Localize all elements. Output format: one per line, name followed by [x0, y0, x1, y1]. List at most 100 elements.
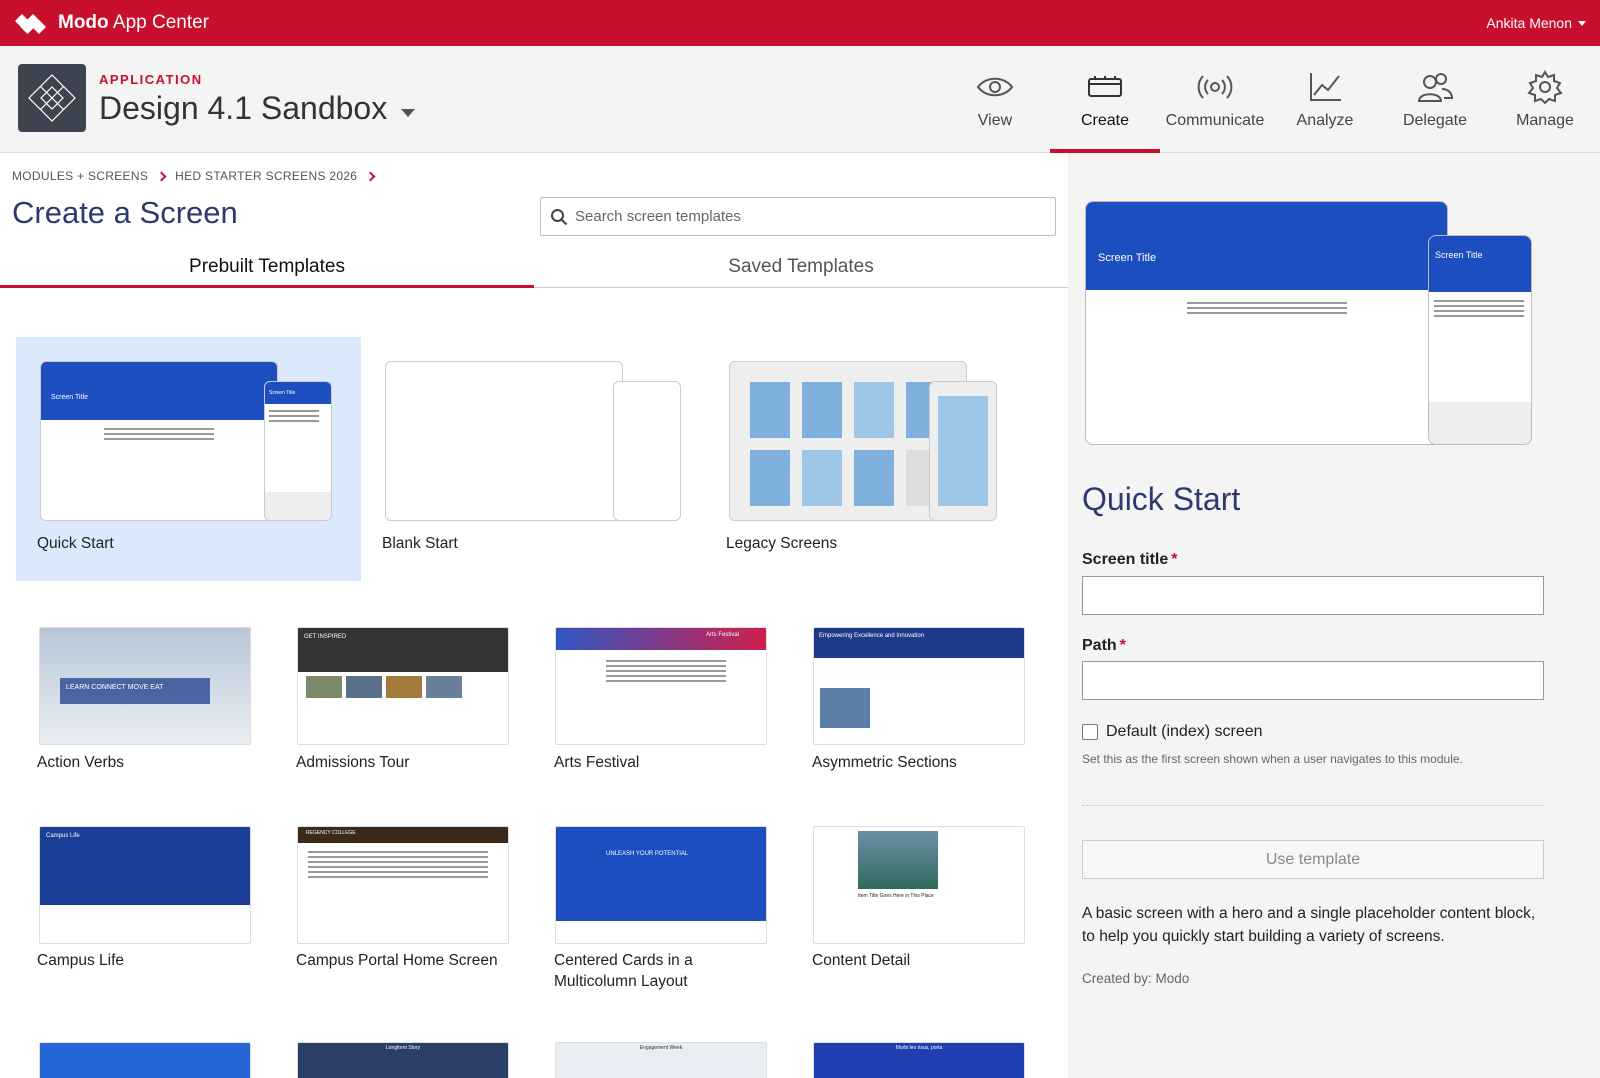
template-browser: MODULES + SCREENS HED STARTER SCREENS 20… [0, 153, 1068, 1078]
user-name: Ankita Menon [1486, 15, 1572, 31]
legacy-block [802, 382, 842, 438]
search-placeholder: Search screen templates [575, 208, 741, 225]
template-label: Campus Life [37, 952, 125, 969]
brand-product: App Center [112, 12, 210, 33]
template-label: Admissions Tour [296, 754, 410, 771]
thumbnail-hero: Screen Title [41, 362, 277, 420]
template-thumbnail: Screen Title [40, 361, 278, 521]
legacy-block [750, 450, 790, 506]
broadcast-icon [1197, 74, 1233, 99]
breadcrumb-item[interactable]: HED STARTER SCREENS 2026 [175, 169, 357, 183]
nav-communicate[interactable]: Communicate [1160, 46, 1270, 153]
nav-label: Analyze [1296, 111, 1354, 129]
label-text: Screen title [1082, 551, 1169, 568]
template-thumbnail: GET INSPIRED [297, 627, 509, 745]
template-card-asymmetric-sections[interactable]: Empowering Excellence and Innovation Asy… [790, 627, 1068, 787]
preview-hero: Screen Title [1086, 202, 1447, 290]
checkbox-label[interactable]: Default (index) screen [1106, 723, 1263, 741]
search-input[interactable]: Search screen templates [540, 197, 1056, 236]
template-thumbnail[interactable]: Longform Story [297, 1042, 509, 1078]
template-thumbnail [385, 361, 623, 521]
template-label: Arts Festival [554, 754, 640, 771]
app-logo [18, 64, 86, 132]
preview-footer [1429, 402, 1531, 444]
tab-saved[interactable]: Saved Templates [534, 248, 1068, 287]
thumbnail-hero: Engagement Week [639, 1045, 683, 1051]
main-nav: View Create Communicate Analyze Delegate… [940, 46, 1600, 153]
template-label: Quick Start [37, 535, 114, 552]
brand[interactable]: Modo App Center [14, 12, 209, 34]
app-name: Design 4.1 Sandbox [99, 90, 388, 126]
placeholder-text [1186, 302, 1347, 314]
thumbnail-hero: Screen Title [265, 382, 331, 404]
tab-bar: Prebuilt Templates Saved Templates [0, 248, 1068, 288]
template-thumbnail: Campus Life [39, 826, 251, 944]
template-card-quick-start[interactable]: Screen Title Screen Title Quick Start [16, 337, 361, 581]
create-icon [1088, 75, 1122, 97]
template-description: A basic screen with a hero and a single … [1082, 905, 1536, 945]
template-thumbnail-phone: Screen Title [264, 381, 332, 521]
template-card-blank-start[interactable]: Blank Start [358, 337, 703, 581]
nav-view[interactable]: View [940, 46, 1050, 153]
use-template-button[interactable]: Use template [1082, 840, 1544, 879]
nav-analyze[interactable]: Analyze [1270, 46, 1380, 153]
template-card-content-detail[interactable]: Item Title Goes Here in This Place Conte… [790, 826, 1068, 1016]
thumbnail-hero: UNLEASH YOUR POTENTIAL [556, 827, 766, 921]
thumbnail-hero: GET INSPIRED [298, 628, 508, 672]
template-thumbnail[interactable]: Morbi leo risus, porta [813, 1042, 1025, 1078]
brand-name: Modo [58, 12, 109, 33]
thumbnail-hero: Morbi leo risus, porta [895, 1045, 943, 1051]
template-thumbnail: UNLEASH YOUR POTENTIAL [555, 826, 767, 944]
default-screen-checkbox[interactable] [1082, 724, 1098, 740]
path-label: Path * [1082, 637, 1126, 655]
path-field[interactable] [1082, 661, 1544, 700]
chevron-right-icon [365, 171, 376, 181]
gear-icon [1527, 69, 1563, 104]
app-switcher[interactable]: Design 4.1 Sandbox [99, 90, 416, 127]
placeholder-text [308, 851, 488, 878]
thumbnail-hero: Longform Story [385, 1045, 421, 1051]
thumbnail-hero: REGENCY COLLEGE [298, 827, 508, 843]
default-screen-checkbox-row: Default (index) screen [1082, 723, 1263, 741]
screen-title-field[interactable] [1082, 576, 1544, 615]
modo-logo-icon [15, 14, 46, 34]
template-thumbnail: REGENCY COLLEGE [297, 826, 509, 944]
search-icon [551, 209, 568, 226]
thumbnail-hero: LEARN CONNECT MOVE EAT [60, 678, 210, 704]
thumbnail-hero: Campus Life [40, 827, 250, 905]
app-diamond-icon [28, 74, 76, 122]
users-icon [1417, 72, 1454, 102]
created-by: Created by: Modo [1082, 971, 1190, 986]
legacy-block [938, 396, 988, 506]
tab-prebuilt[interactable]: Prebuilt Templates [0, 248, 534, 288]
label-text: Path [1082, 637, 1117, 654]
nav-delegate[interactable]: Delegate [1380, 46, 1490, 153]
legacy-block [854, 450, 894, 506]
chevron-down-icon [401, 108, 416, 117]
template-card-legacy-screens[interactable]: Legacy Screens [704, 337, 1049, 581]
chevron-right-icon [156, 171, 167, 181]
eye-icon [976, 77, 1014, 96]
nav-manage[interactable]: Manage [1490, 46, 1600, 153]
preview-mobile: Screen Title [1428, 235, 1532, 445]
legacy-block [750, 382, 790, 438]
template-thumbnail-phone [929, 381, 997, 521]
legacy-block [854, 382, 894, 438]
nav-label: Delegate [1402, 111, 1468, 129]
breadcrumb-item[interactable]: MODULES + SCREENS [12, 169, 148, 183]
preview-hero: Screen Title [1429, 236, 1531, 292]
template-thumbnail[interactable] [39, 1042, 251, 1078]
thumbnail-hero [40, 1043, 250, 1045]
nav-create[interactable]: Create [1050, 46, 1160, 153]
top-bar: Modo App Center Ankita Menon [0, 0, 1600, 46]
legacy-block [802, 450, 842, 506]
thumbnail-footer [265, 492, 331, 520]
user-menu[interactable]: Ankita Menon [1486, 15, 1586, 31]
app-bar: APPLICATION Design 4.1 Sandbox View Crea… [0, 46, 1600, 153]
nav-label: Create [1080, 111, 1130, 129]
breadcrumb: MODULES + SCREENS HED STARTER SCREENS 20… [12, 169, 376, 183]
template-thumbnail[interactable]: Engagement Week [555, 1042, 767, 1078]
template-label: Content Detail [812, 952, 911, 969]
nav-label: Communicate [1165, 111, 1265, 129]
chevron-down-icon [1578, 20, 1586, 26]
